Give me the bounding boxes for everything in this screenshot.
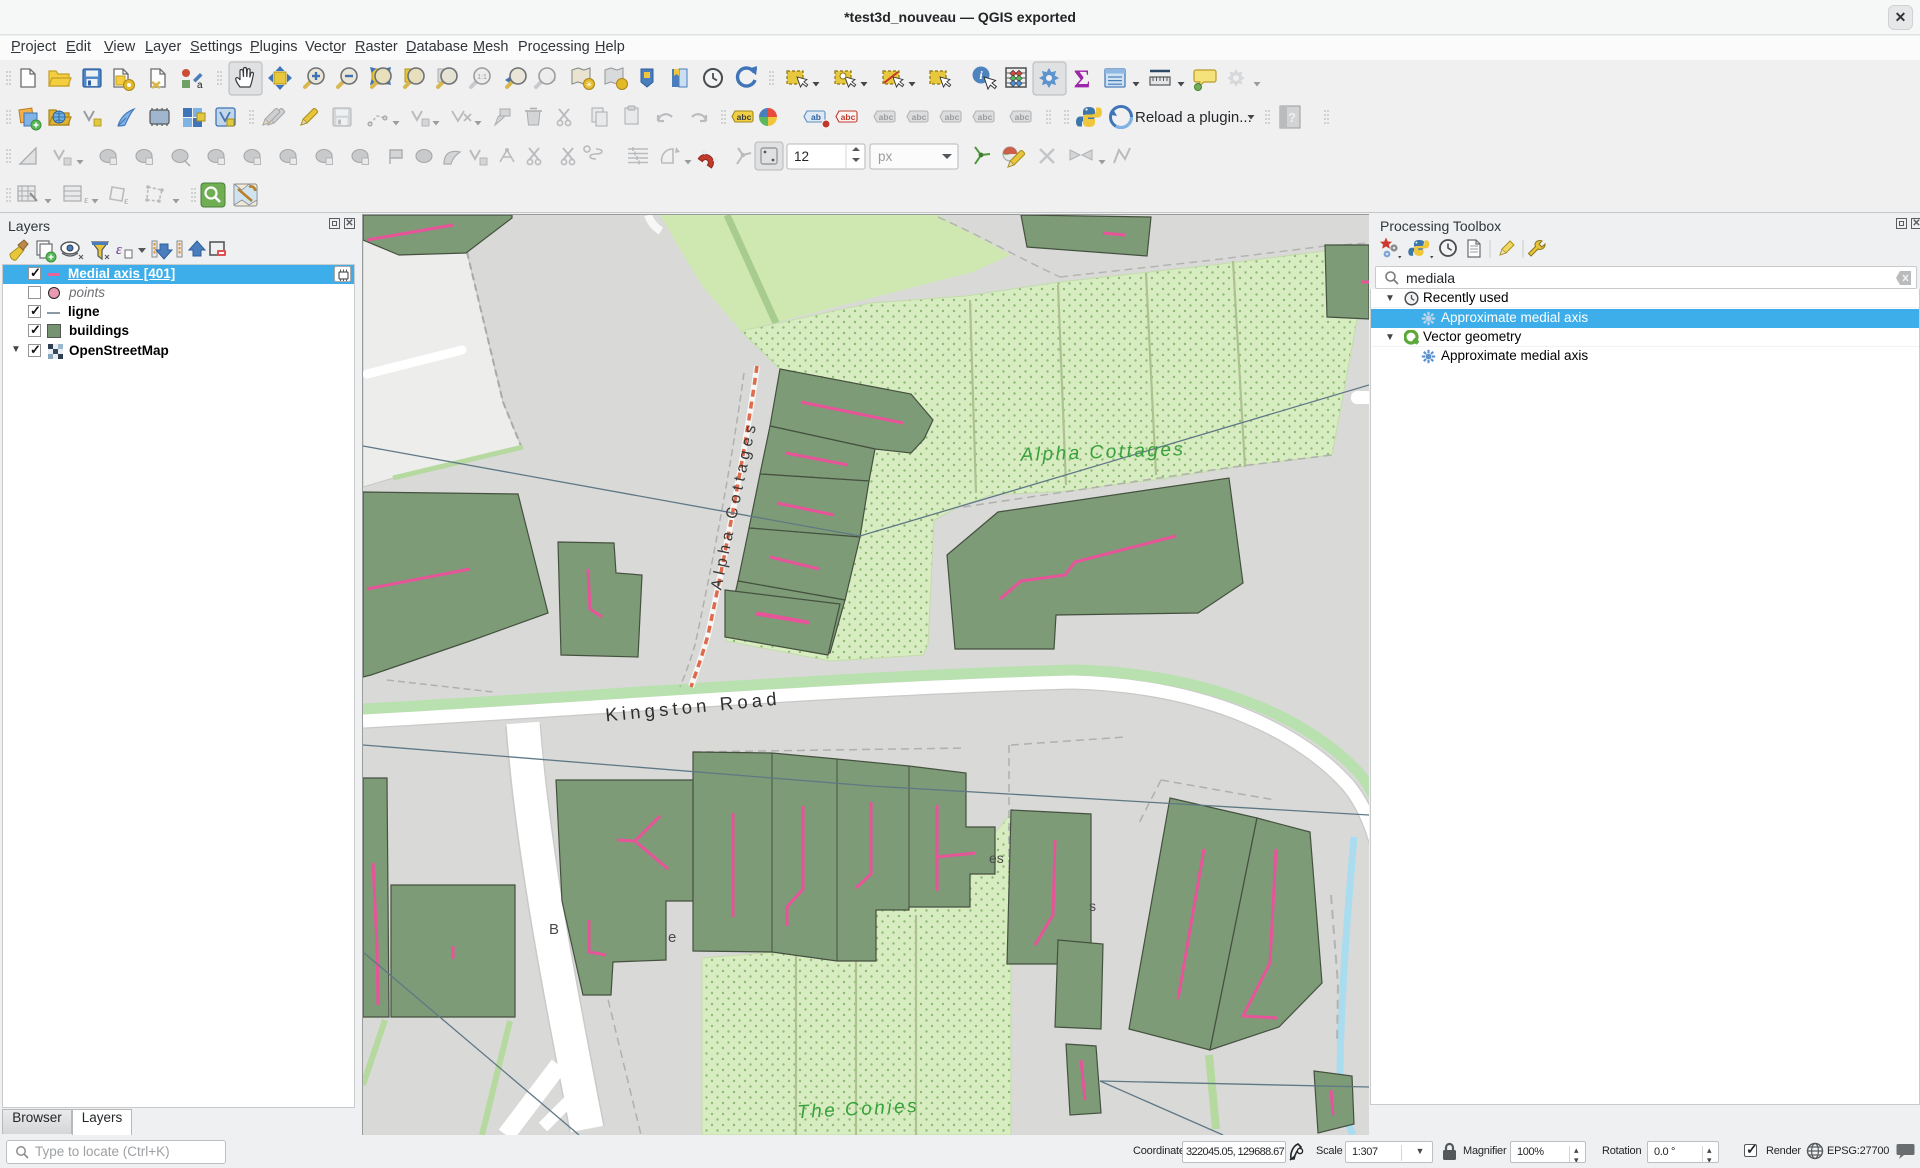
svg-text:abc: abc bbox=[879, 112, 894, 122]
svg-text:abc: abc bbox=[1015, 112, 1030, 122]
svg-text:Reload a plugin...: Reload a plugin... bbox=[1135, 109, 1252, 126]
svg-text:Σ: Σ bbox=[1074, 66, 1090, 93]
svg-text:abc: abc bbox=[945, 112, 960, 122]
svg-text:abc: abc bbox=[912, 112, 927, 122]
svg-text:ab: ab bbox=[811, 112, 821, 122]
svg-text:?: ? bbox=[1288, 110, 1296, 125]
svg-text:a: a bbox=[197, 80, 203, 91]
svg-text:ε: ε bbox=[84, 194, 89, 206]
svg-text:B: B bbox=[549, 921, 559, 938]
svg-text:abc: abc bbox=[737, 112, 752, 122]
svg-text:e: e bbox=[668, 929, 676, 946]
svg-text:✳: ✳ bbox=[585, 80, 593, 90]
svg-text:abc: abc bbox=[841, 112, 856, 122]
svg-text:abc: abc bbox=[978, 112, 993, 122]
svg-text:ε: ε bbox=[124, 195, 129, 207]
svg-text:px: px bbox=[878, 149, 893, 164]
svg-text:s: s bbox=[1089, 898, 1096, 914]
svg-text:ε: ε bbox=[116, 242, 122, 258]
svg-text:12: 12 bbox=[794, 149, 809, 164]
svg-text:es: es bbox=[989, 850, 1004, 866]
svg-text:1:1: 1:1 bbox=[477, 74, 487, 81]
